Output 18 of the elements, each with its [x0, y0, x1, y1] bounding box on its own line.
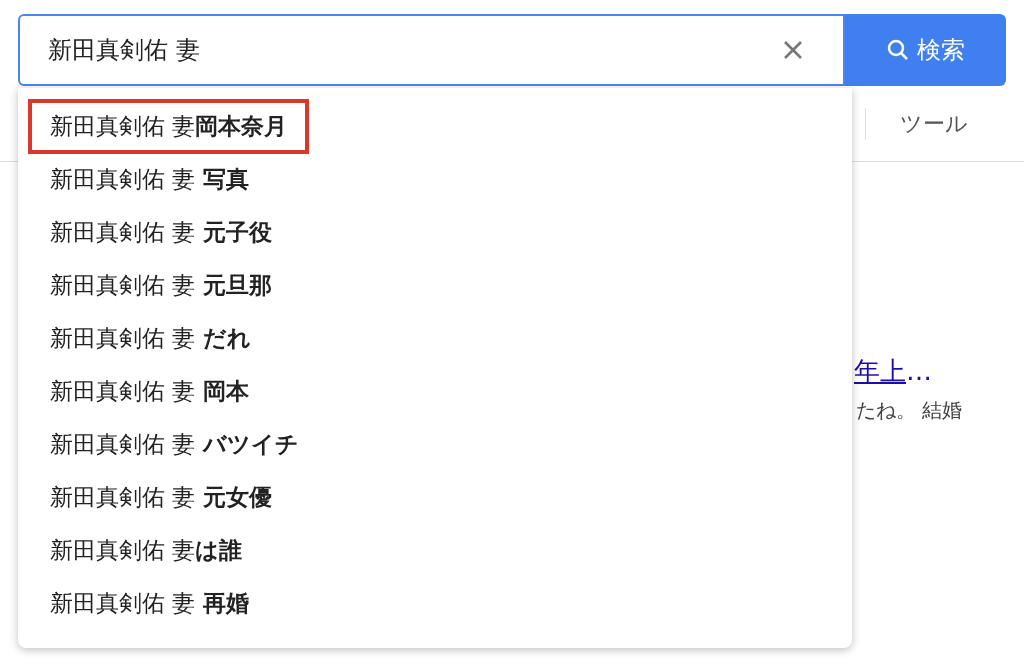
search-button[interactable]: 検索	[845, 14, 1006, 86]
suggestion-item[interactable]: 新田真剣佑 妻は誰	[28, 523, 265, 578]
suggestion-item[interactable]: 新田真剣佑 妻岡本奈月	[28, 99, 310, 154]
suggestion-item[interactable]: 新田真剣佑 妻 岡本	[28, 364, 271, 419]
suggestion-item[interactable]: 新田真剣佑 妻 再婚	[28, 576, 271, 631]
suggestion-item[interactable]: 新田真剣佑 妻 だれ	[28, 311, 273, 366]
search-query: 新田真剣佑 妻	[48, 35, 201, 66]
search-icon	[886, 39, 909, 61]
close-icon[interactable]	[783, 40, 804, 60]
suggestion-item[interactable]: 新田真剣佑 妻 バツイチ	[28, 417, 321, 472]
result-title-link[interactable]: 年上…	[854, 352, 1024, 391]
tools-tab[interactable]: ツール	[900, 107, 968, 140]
suggestion-item[interactable]: 新田真剣佑 妻 元女優	[28, 470, 294, 525]
suggestion-item[interactable]: 新田真剣佑 妻 写真	[28, 152, 271, 207]
suggestion-item[interactable]: 新田真剣佑 妻 元旦那	[28, 258, 294, 313]
suggestion-item[interactable]: 新田真剣佑 妻 元子役	[28, 205, 294, 260]
search-field[interactable]: 新田真剣佑 妻	[18, 14, 846, 86]
result-snippet: たね。 結婚	[855, 397, 964, 424]
